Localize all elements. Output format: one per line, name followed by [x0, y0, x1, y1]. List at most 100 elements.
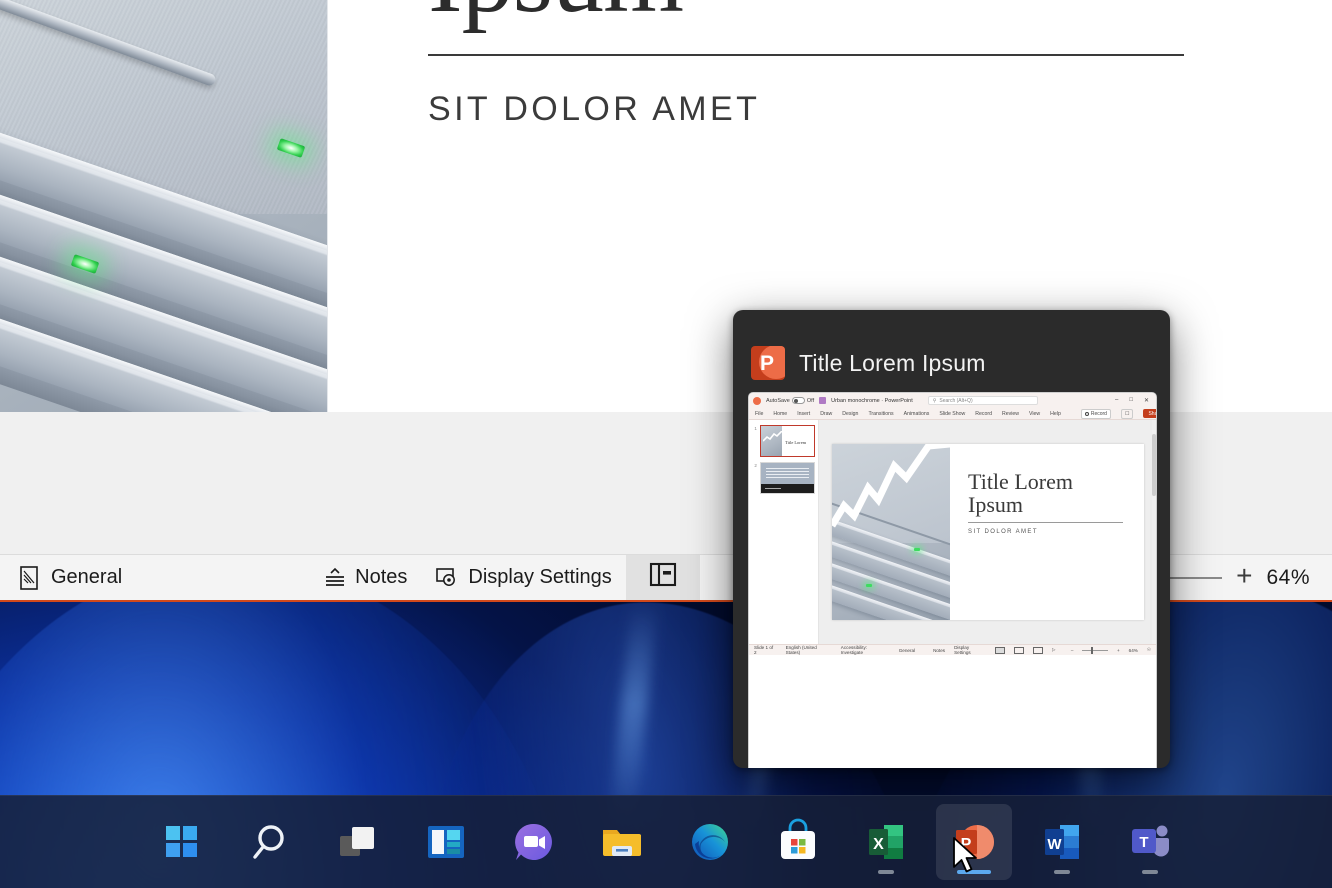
- task-view-icon: [334, 818, 382, 866]
- ribbon-tab-animations[interactable]: Animations: [904, 411, 930, 417]
- taskbar-item-chat[interactable]: [496, 804, 572, 880]
- preview-slide-stage[interactable]: Title Lorem Ipsum SIT DOLOR AMET: [819, 420, 1156, 644]
- preview-view-normal[interactable]: [995, 647, 1005, 654]
- chat-video-icon: [510, 818, 558, 866]
- preview-slide-item-1[interactable]: 1 Title Lorem Ipsum SIT DOLOR AMET: [752, 425, 815, 457]
- taskbar-item-excel[interactable]: X: [848, 804, 924, 880]
- preview-language[interactable]: English (United States): [786, 645, 832, 655]
- taskbar-item-task-view[interactable]: [320, 804, 396, 880]
- preview-search-placeholder: Search (Alt+Q): [939, 398, 972, 404]
- taskbar-item-teams[interactable]: T: [1112, 804, 1188, 880]
- windows-logo-icon: [158, 818, 206, 866]
- status-notes-label: Notes: [355, 566, 407, 589]
- preview-slide-count: Slide 1 of 2: [754, 645, 777, 655]
- view-button-normal[interactable]: [626, 555, 700, 601]
- taskbar-indicator-excel: [878, 870, 894, 874]
- minimize-icon[interactable]: ‒: [1115, 397, 1118, 404]
- zoom-controls[interactable]: + 64%: [1152, 562, 1332, 594]
- slide-thumb-title-1: Title Lorem Ipsum: [785, 440, 806, 457]
- status-display-settings-label: Display Settings: [468, 566, 611, 589]
- preview-zoom-percent[interactable]: 64%: [1129, 648, 1138, 653]
- taskbar-item-file-explorer[interactable]: [584, 804, 660, 880]
- preview-slide-thumbnail-panel[interactable]: 1 Title Lorem Ipsum SIT DOLOR AMET 2: [749, 420, 819, 644]
- svg-text:T: T: [1139, 834, 1148, 851]
- preview-autosave-toggle[interactable]: AutoSave Off: [766, 397, 814, 404]
- ribbon-share-label: Share: [1148, 411, 1157, 417]
- taskbar-indicator-word: [1054, 870, 1070, 874]
- taskbar-item-powerpoint[interactable]: P: [936, 804, 1012, 880]
- preview-general[interactable]: General: [899, 648, 915, 653]
- normal-view-icon: [648, 561, 678, 595]
- ribbon-tab-insert[interactable]: Insert: [797, 411, 810, 417]
- preview-zoom-out-icon[interactable]: ‒: [1071, 648, 1074, 653]
- taskbar-item-search[interactable]: [232, 804, 308, 880]
- close-icon[interactable]: ✕: [1144, 397, 1149, 404]
- preview-editor-body: 1 Title Lorem Ipsum SIT DOLOR AMET 2: [749, 420, 1156, 644]
- status-display-settings-button[interactable]: Display Settings: [421, 555, 625, 601]
- svg-text:W: W: [1047, 836, 1062, 853]
- ribbon-tab-transitions[interactable]: Transitions: [868, 411, 893, 417]
- preview-search-box[interactable]: ⚲ Search (Alt+Q): [928, 396, 1038, 405]
- maximize-icon[interactable]: □: [1129, 397, 1133, 404]
- taskbar-item-widgets[interactable]: [408, 804, 484, 880]
- ribbon-tab-draw[interactable]: Draw: [820, 411, 832, 417]
- slide-thumbnail-1[interactable]: Title Lorem Ipsum SIT DOLOR AMET: [760, 425, 815, 457]
- preview-app-icon: [753, 397, 761, 405]
- preview-document-title: Urban monochrome · PowerPoint: [831, 398, 913, 404]
- teams-share-window-popup: P Title Lorem Ipsum AutoSave Off Urban m…: [733, 310, 1170, 768]
- taskbar-indicator-powerpoint: [957, 870, 991, 874]
- preview-ribbon-tabs[interactable]: File Home Insert Draw Design Transitions…: [749, 408, 1156, 420]
- status-general-button[interactable]: General: [0, 555, 136, 601]
- status-general-label: General: [51, 566, 122, 589]
- save-icon[interactable]: [819, 397, 826, 404]
- taskbar-item-edge[interactable]: [672, 804, 748, 880]
- preview-active-slide[interactable]: Title Lorem Ipsum SIT DOLOR AMET: [832, 444, 1144, 620]
- ribbon-tab-view[interactable]: View: [1029, 411, 1040, 417]
- zoom-percent-label[interactable]: 64%: [1266, 566, 1332, 590]
- ribbon-tab-design[interactable]: Design: [842, 411, 858, 417]
- ribbon-record-button[interactable]: Record: [1081, 409, 1111, 419]
- taskbar-item-start[interactable]: [144, 804, 220, 880]
- slide-title: Ipsum: [428, 0, 1332, 28]
- slide-photo-stairs: [0, 0, 328, 412]
- preview-slide-title-line2: Ipsum: [968, 492, 1023, 517]
- notes-icon: [322, 565, 346, 591]
- ribbon-share-button[interactable]: Share: [1143, 409, 1157, 418]
- preview-view-slideshow[interactable]: ▷: [1052, 647, 1062, 654]
- ribbon-tab-home[interactable]: Home: [773, 411, 787, 417]
- excel-icon: X: [862, 818, 910, 866]
- preview-slide-subtitle: SIT DOLOR AMET: [968, 529, 1129, 535]
- taskbar-item-store[interactable]: [760, 804, 836, 880]
- preview-display-settings[interactable]: Display Settings: [954, 645, 986, 655]
- autosave-switch[interactable]: [792, 397, 805, 404]
- preview-view-reading[interactable]: [1033, 647, 1043, 654]
- ribbon-tab-record[interactable]: Record: [975, 411, 992, 417]
- slide-subtitle: SIT DOLOR AMET: [428, 90, 1332, 129]
- zoom-in-button[interactable]: +: [1222, 562, 1266, 594]
- preview-zoom-in-icon[interactable]: +: [1117, 648, 1120, 653]
- search-icon: [246, 818, 294, 866]
- ribbon-tab-file[interactable]: File: [755, 411, 763, 417]
- taskbar-item-word[interactable]: W: [1024, 804, 1100, 880]
- preview-notes[interactable]: Notes: [933, 648, 945, 653]
- preview-autosave-label: AutoSave: [766, 398, 790, 404]
- preview-zoom-slider[interactable]: [1082, 650, 1108, 651]
- preview-window-controls[interactable]: ‒ □ ✕: [1115, 397, 1152, 404]
- status-notes-button[interactable]: Notes: [308, 555, 421, 601]
- preview-view-sorter[interactable]: [1014, 647, 1024, 654]
- window-preview-thumbnail[interactable]: AutoSave Off Urban monochrome · PowerPoi…: [748, 392, 1157, 768]
- preview-slide-photo: [832, 444, 951, 620]
- ribbon-comments-button[interactable]: ☐: [1121, 409, 1133, 419]
- display-settings-icon: [435, 565, 459, 591]
- share-popup-header: P Title Lorem Ipsum: [733, 310, 1170, 388]
- preview-accessibility[interactable]: Accessibility: Investigate: [841, 645, 890, 655]
- ribbon-tab-slideshow[interactable]: Slide Show: [939, 411, 965, 417]
- ribbon-tab-review[interactable]: Review: [1002, 411, 1019, 417]
- svg-text:P: P: [961, 836, 972, 853]
- word-icon: W: [1038, 818, 1086, 866]
- preview-slide-item-2[interactable]: 2: [752, 462, 815, 494]
- preview-scrollbar[interactable]: [1152, 420, 1156, 644]
- preview-fit-slide-icon[interactable]: ☉: [1147, 647, 1151, 653]
- slide-thumbnail-2[interactable]: [760, 462, 815, 494]
- ribbon-tab-help[interactable]: Help: [1050, 411, 1061, 417]
